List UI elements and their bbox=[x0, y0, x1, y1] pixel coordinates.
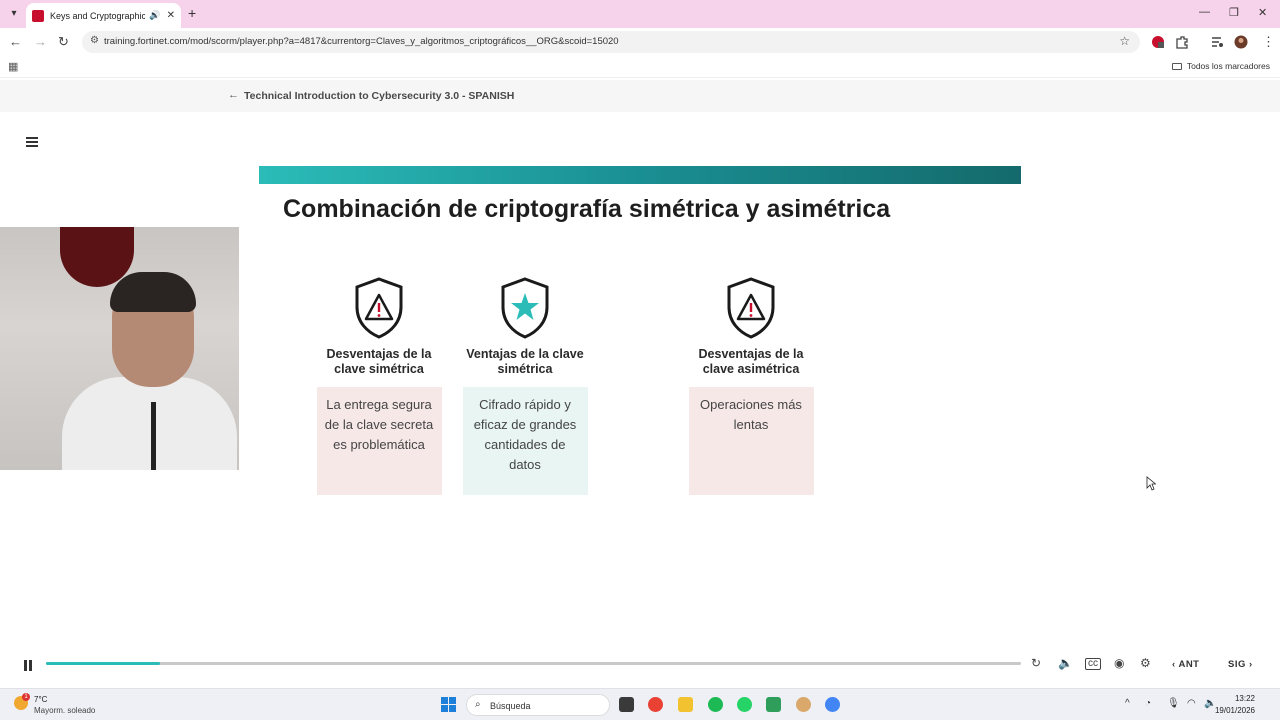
url-text: training.fortinet.com/mod/scorm/player.p… bbox=[104, 36, 619, 47]
browser-tab-bar: ▾ Keys and Cryptographic Algorithms 🔊 ✕ … bbox=[0, 0, 1280, 28]
weather-temperature[interactable]: 7°C bbox=[34, 695, 47, 704]
pause-button[interactable] bbox=[24, 658, 34, 671]
playback-speed-icon[interactable]: ◉ bbox=[1114, 656, 1124, 670]
card-asymmetric-disadvantages: Desventajas de la clave asimétrica Opera… bbox=[688, 277, 814, 495]
card-body: Operaciones más lentas bbox=[688, 387, 814, 495]
clock-date[interactable]: 19/01/2026 bbox=[1215, 706, 1255, 715]
replay-icon[interactable]: ↻ bbox=[1031, 656, 1041, 670]
browser-menu-icon[interactable]: ⋮ bbox=[1262, 34, 1275, 50]
hoodie-zip bbox=[151, 402, 156, 470]
settings-gear-icon[interactable]: ⚙ bbox=[1140, 656, 1151, 670]
file-explorer-icon[interactable] bbox=[678, 697, 693, 712]
star-shield-icon bbox=[501, 277, 549, 339]
course-header: ← Technical Introduction to Cybersecurit… bbox=[0, 80, 1280, 112]
task-view-icon[interactable] bbox=[619, 697, 634, 712]
spotify-icon[interactable] bbox=[708, 697, 723, 712]
tray-app-icon[interactable]: ◔ bbox=[1145, 698, 1151, 709]
progress-fill bbox=[46, 662, 161, 665]
forward-button[interactable]: → bbox=[34, 34, 47, 49]
back-button[interactable]: ← bbox=[9, 34, 22, 49]
warning-shield-icon bbox=[727, 277, 775, 339]
prev-label: ANT bbox=[1178, 659, 1200, 670]
weather-notification-badge: 1 bbox=[22, 693, 30, 701]
whatsapp-icon[interactable] bbox=[737, 697, 752, 712]
mouse-cursor-icon bbox=[1146, 476, 1156, 491]
veeam-icon[interactable] bbox=[766, 697, 781, 712]
search-label: Búsqueda bbox=[490, 701, 531, 711]
address-bar[interactable]: ⚙ training.fortinet.com/mod/scorm/player… bbox=[82, 31, 1140, 53]
extension-badge-icon[interactable] bbox=[1151, 35, 1165, 49]
taskbar-search-box[interactable]: ⌕ Búsqueda bbox=[466, 694, 610, 716]
tab-title: Keys and Cryptographic Algorithms bbox=[50, 10, 146, 21]
fortinet-favicon-icon bbox=[32, 9, 44, 22]
card-body: Cifrado rápido y eficaz de grandes canti… bbox=[462, 387, 588, 495]
new-tab-button[interactable]: + bbox=[188, 5, 196, 21]
reload-button[interactable]: ↻ bbox=[58, 34, 69, 50]
chrome-icon[interactable] bbox=[648, 697, 663, 712]
windows-start-icon[interactable] bbox=[441, 697, 456, 712]
browser-toolbar: ← → ↻ ⚙ training.fortinet.com/mod/scorm/… bbox=[0, 28, 1280, 56]
next-label: SIG bbox=[1228, 659, 1246, 670]
slide-title: Combinación de criptografía simétrica y … bbox=[283, 195, 891, 223]
slide-header-bar bbox=[259, 166, 1021, 184]
next-slide-button[interactable]: SIG › bbox=[1228, 659, 1253, 670]
close-window-button[interactable]: ✕ bbox=[1258, 6, 1267, 19]
speaker-icon[interactable]: 🔊 bbox=[149, 10, 160, 21]
card-body: La entrega segura de la clave secreta es… bbox=[316, 387, 442, 495]
minimize-window-button[interactable]: — bbox=[1199, 6, 1210, 18]
card-heading: Desventajas de la clave asimétrica bbox=[698, 347, 804, 376]
chevron-right-icon: › bbox=[1245, 659, 1253, 670]
tab-search-chevron-icon[interactable]: ▾ bbox=[6, 6, 22, 22]
media-control-icon[interactable] bbox=[1210, 35, 1224, 49]
all-bookmarks-button[interactable]: Todos los marcadores bbox=[1171, 61, 1270, 71]
bookmarks-bar: ▦ Todos los marcadores bbox=[0, 56, 1280, 78]
close-tab-icon[interactable]: ✕ bbox=[167, 10, 175, 21]
wifi-icon[interactable]: ◠ bbox=[1187, 698, 1196, 709]
presenter-hair bbox=[110, 272, 196, 312]
restore-window-button[interactable]: ❐ bbox=[1229, 6, 1239, 19]
player-controls: ↻ 🔈 cc ◉ ⚙ ‹ ANT SIG › bbox=[0, 652, 1280, 686]
profile-avatar[interactable] bbox=[1234, 35, 1248, 49]
card-heading: Desventajas de la clave simétrica bbox=[326, 347, 432, 376]
prev-slide-button[interactable]: ‹ ANT bbox=[1172, 659, 1199, 670]
extensions-puzzle-icon[interactable] bbox=[1175, 35, 1189, 49]
site-info-icon[interactable]: ⚙ bbox=[90, 35, 99, 46]
volume-icon[interactable]: 🔈 bbox=[1058, 656, 1073, 670]
search-icon: ⌕ bbox=[475, 699, 481, 710]
chrome-active-icon[interactable] bbox=[825, 697, 840, 712]
presenter-hoodie bbox=[62, 377, 237, 470]
microphone-icon[interactable]: 🎙 bbox=[1167, 698, 1180, 709]
active-tab[interactable]: Keys and Cryptographic Algorithms 🔊 ✕ bbox=[26, 3, 181, 28]
clock-time[interactable]: 13:22 bbox=[1235, 694, 1255, 703]
apps-grid-icon[interactable]: ▦ bbox=[8, 60, 18, 73]
card-symmetric-advantages: Ventajas de la clave simétrica Cifrado r… bbox=[462, 277, 588, 495]
back-to-course-icon[interactable]: ← bbox=[228, 89, 239, 101]
menu-hamburger-icon[interactable] bbox=[26, 137, 38, 149]
windows-taskbar: 1 7°C Mayorm. soleado ⌕ Búsqueda ^ ◔ 🎙 ◠… bbox=[0, 688, 1280, 720]
progress-bar[interactable] bbox=[46, 662, 1021, 665]
course-title-link[interactable]: Technical Introduction to Cybersecurity … bbox=[244, 90, 514, 102]
card-heading: Ventajas de la clave simétrica bbox=[466, 347, 584, 376]
app-icon[interactable] bbox=[796, 697, 811, 712]
webcam-overlay bbox=[0, 227, 239, 470]
tray-overflow-chevron-icon[interactable]: ^ bbox=[1125, 698, 1130, 709]
captions-icon[interactable]: cc bbox=[1085, 658, 1101, 670]
warning-shield-icon bbox=[355, 277, 403, 339]
all-bookmarks-label: Todos los marcadores bbox=[1186, 61, 1270, 71]
folder-icon bbox=[1171, 63, 1182, 71]
bookmark-star-icon[interactable]: ☆ bbox=[1119, 34, 1130, 48]
card-symmetric-disadvantages: Desventajas de la clave simétrica La ent… bbox=[316, 277, 442, 495]
weather-description[interactable]: Mayorm. soleado bbox=[34, 706, 95, 715]
